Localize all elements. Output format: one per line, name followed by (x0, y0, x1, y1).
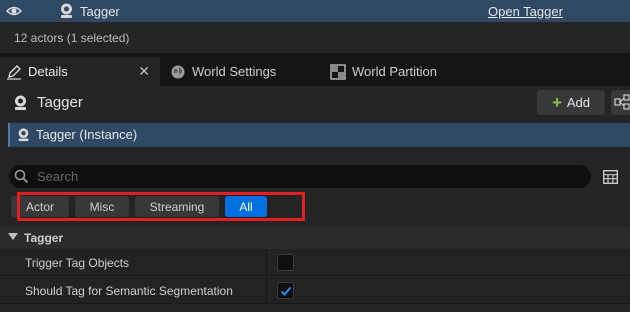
column-divider[interactable] (266, 249, 267, 276)
outliner-status-bar: 12 actors (1 selected) (0, 22, 630, 53)
property-row-semantic-segmentation: Should Tag for Semantic Segmentation (0, 277, 630, 304)
details-pencil-icon (7, 64, 21, 80)
checkmark-icon (280, 286, 292, 296)
add-button-label: Add (566, 95, 591, 110)
search-icon (14, 169, 29, 184)
details-search-input[interactable]: Search (9, 165, 591, 188)
plus-icon: + (551, 93, 562, 112)
category-label: Tagger (24, 231, 64, 245)
details-header: Tagger + Add (0, 86, 630, 120)
property-row-trigger-tag-objects: Trigger Tag Objects (0, 249, 630, 276)
details-actor-title: Tagger (37, 94, 83, 111)
actor-count-status: 12 actors (1 selected) (14, 31, 130, 45)
actor-icon (61, 3, 72, 18)
grid-map-icon (330, 63, 346, 80)
tab-details[interactable]: Details ✕ (0, 57, 160, 86)
outliner-selected-row[interactable]: Tagger Open Tagger (0, 0, 630, 22)
annotation-highlight-box (17, 192, 305, 221)
column-divider[interactable] (266, 277, 267, 304)
actor-icon (15, 95, 26, 110)
property-label: Trigger Tag Objects (25, 256, 130, 270)
outliner-actor-name: Tagger (80, 4, 120, 19)
tab-world-partition-label: World Partition (352, 64, 438, 79)
tab-details-label: Details (28, 64, 68, 79)
blueprint-icon (614, 94, 630, 110)
table-view-icon[interactable] (603, 170, 618, 184)
component-label: Tagger (Instance) (36, 127, 138, 142)
panel-tab-bar: Details ✕ World Settings World Partition (0, 53, 630, 86)
trigger-tag-objects-checkbox[interactable] (277, 254, 294, 271)
category-header-tagger[interactable]: Tagger (0, 227, 630, 249)
tab-world-partition[interactable]: World Partition (330, 57, 490, 86)
open-tagger-link[interactable]: Open Tagger (488, 4, 563, 19)
close-tab-icon[interactable]: ✕ (138, 63, 150, 80)
visibility-eye-icon[interactable] (6, 4, 22, 18)
globe-icon (171, 65, 185, 78)
search-placeholder: Search (37, 169, 79, 184)
blueprint-button[interactable] (611, 90, 630, 115)
tab-world-settings-label: World Settings (192, 64, 277, 79)
tab-world-settings[interactable]: World Settings (168, 57, 324, 86)
add-component-button[interactable]: + Add (537, 90, 605, 115)
semantic-segmentation-checkbox[interactable] (277, 282, 294, 299)
collapse-caret-icon[interactable] (8, 233, 18, 240)
actor-icon (18, 128, 29, 142)
property-label: Should Tag for Semantic Segmentation (25, 284, 233, 298)
component-tree-item[interactable]: Tagger (Instance) (8, 123, 630, 147)
